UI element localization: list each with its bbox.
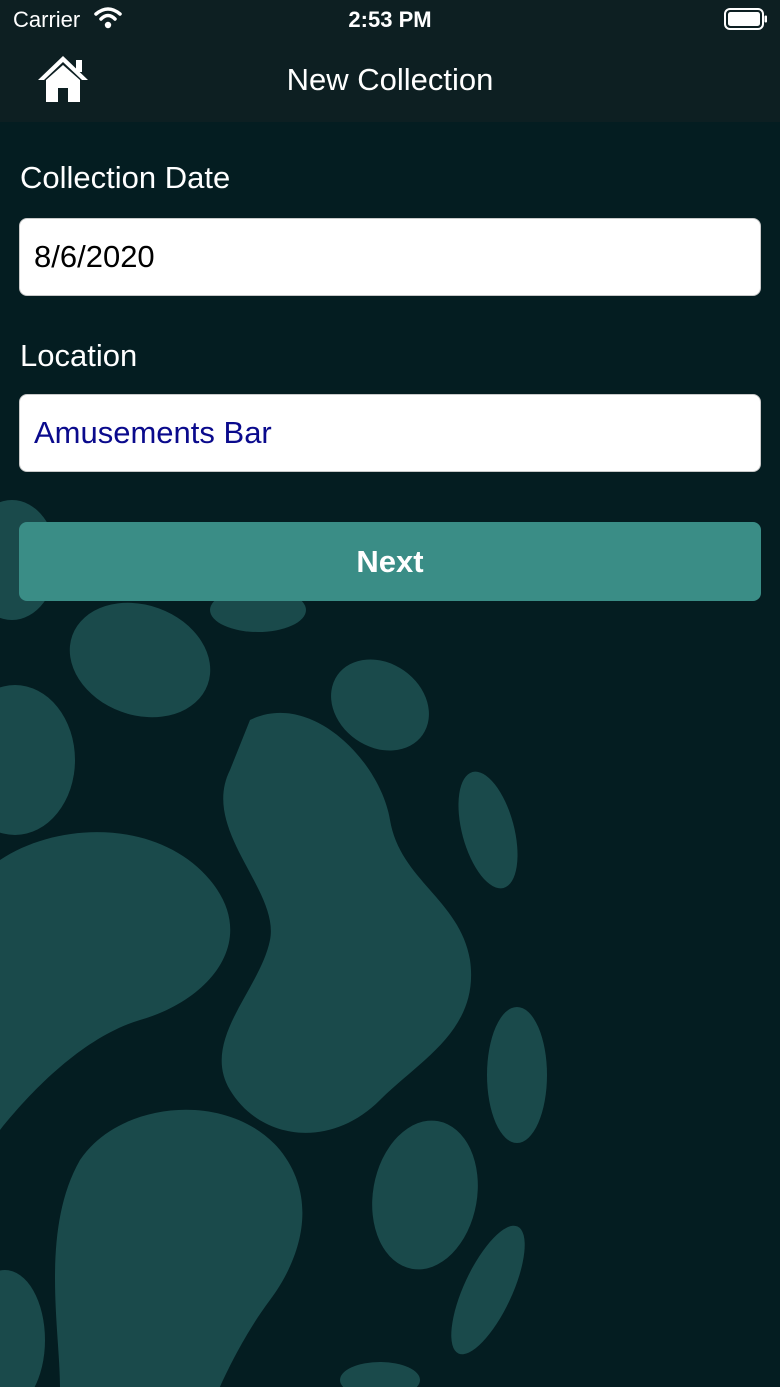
app-screen: Carrier 2:53 PM New Collection Collectio… bbox=[0, 0, 780, 1387]
collection-date-input[interactable] bbox=[19, 218, 761, 296]
status-bar: Carrier 2:53 PM bbox=[0, 0, 780, 40]
next-button[interactable]: Next bbox=[19, 522, 761, 601]
location-input[interactable] bbox=[19, 394, 761, 472]
page-title: New Collection bbox=[286, 62, 494, 97]
navigation-bar: New Collection bbox=[0, 40, 780, 122]
background-pattern bbox=[0, 500, 547, 1387]
collection-date-label: Collection Date bbox=[20, 160, 231, 195]
status-time: 2:53 PM bbox=[348, 7, 432, 32]
battery-icon bbox=[724, 8, 767, 30]
location-label: Location bbox=[20, 338, 138, 373]
